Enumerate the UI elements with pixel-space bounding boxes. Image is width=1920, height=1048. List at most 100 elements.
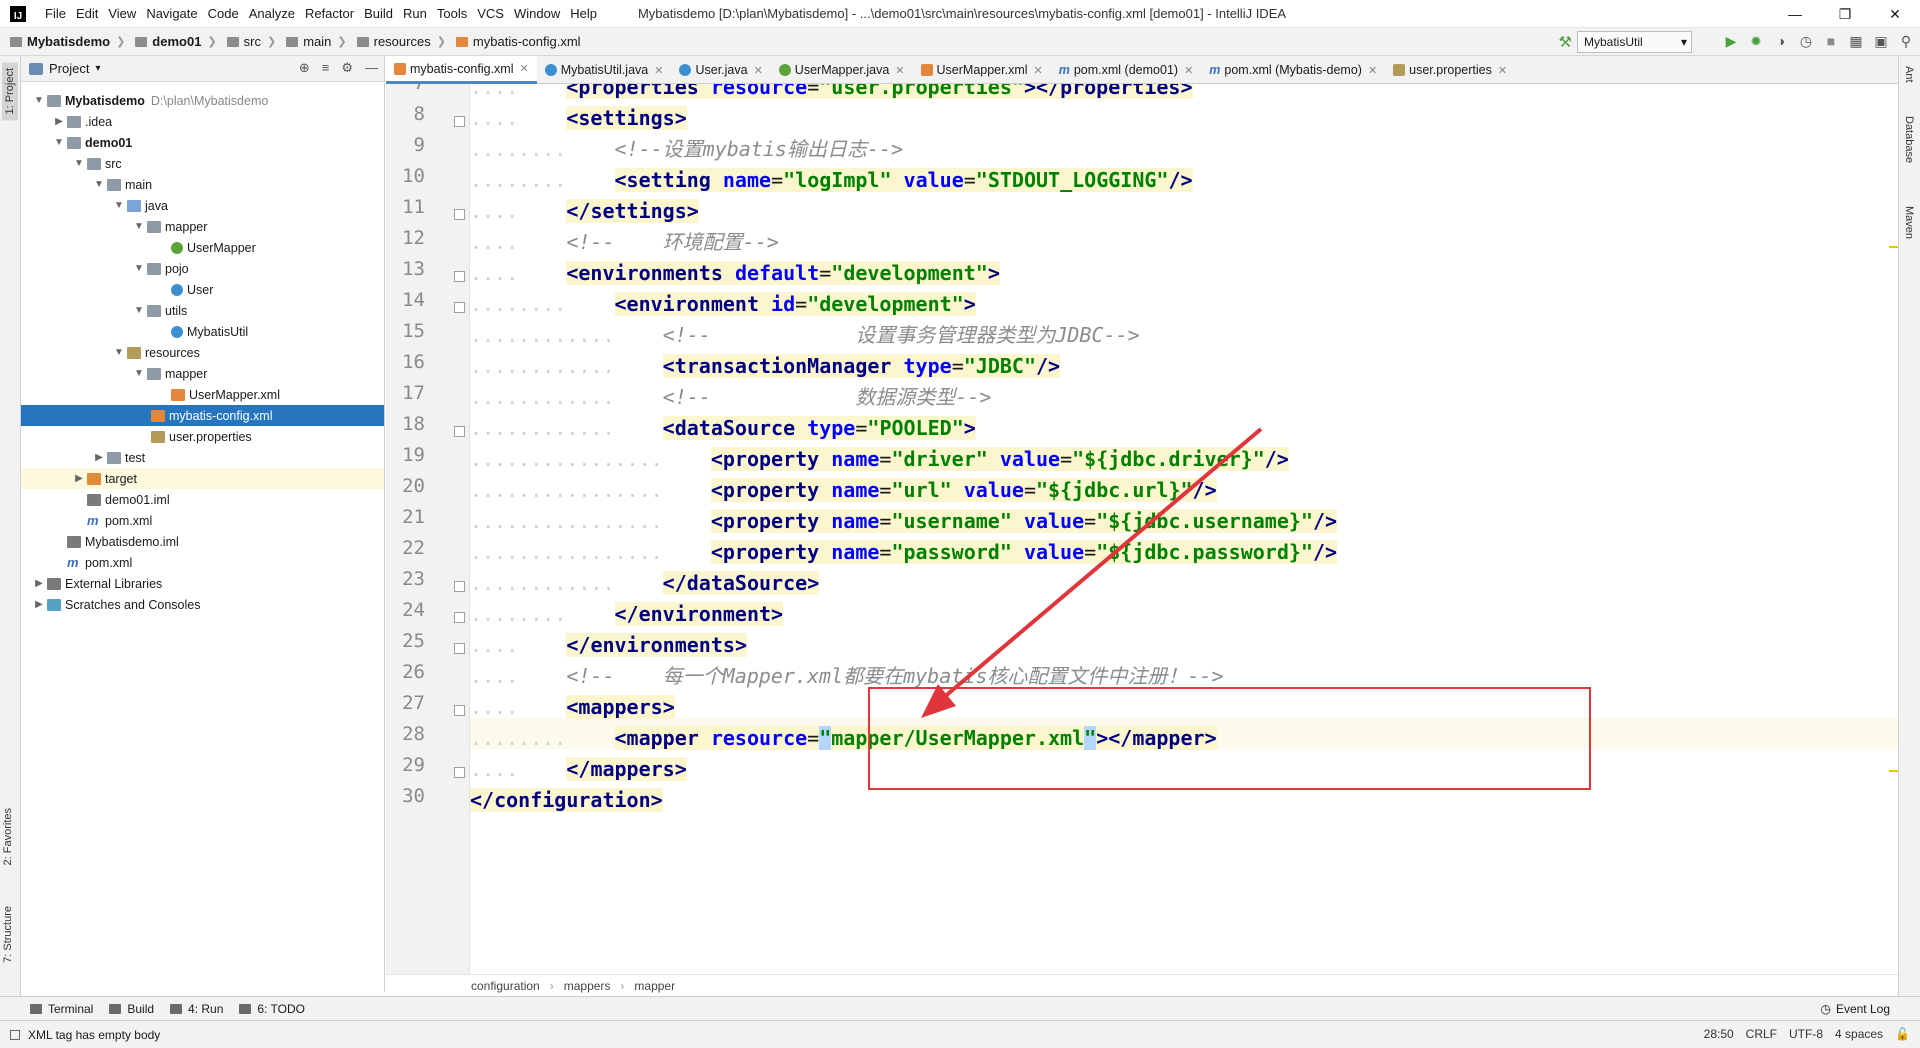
tree-node-utils[interactable]: ▼ utils (133, 300, 187, 321)
close-icon[interactable]: ✕ (520, 62, 529, 75)
crumb-file[interactable]: mybatis-config.xml (446, 34, 587, 49)
tree-node-mybatisutil[interactable]: MybatisUtil (169, 321, 248, 342)
tree-node-demo01-iml[interactable]: demo01.iml (85, 489, 170, 510)
tab-mybatis-config[interactable]: mybatis-config.xml ✕ (386, 56, 537, 84)
menu-view[interactable]: View (103, 6, 141, 21)
layout-icon[interactable]: ▣ (1873, 32, 1889, 50)
breadcrumb-mappers[interactable]: mappers (564, 979, 611, 993)
close-icon[interactable]: ✕ (1034, 64, 1043, 77)
tab-user[interactable]: User.java ✕ (671, 56, 770, 84)
minimize-icon[interactable]: — (1770, 0, 1820, 28)
tree-node-usermapper[interactable]: UserMapper (169, 237, 256, 258)
tool-tab-project[interactable]: 1: Project (2, 62, 18, 121)
tree-node-src[interactable]: ▼ src (73, 153, 122, 174)
line-separator[interactable]: CRLF (1746, 1027, 1777, 1041)
tree-node-mapper-folder[interactable]: ▼ mapper (133, 363, 207, 384)
close-icon[interactable]: ✕ (754, 64, 763, 77)
tool-tab-database[interactable]: Database (1903, 116, 1915, 163)
tree-node-pojo[interactable]: ▼ pojo (133, 258, 189, 279)
menu-vcs[interactable]: VCS (472, 6, 509, 21)
close-icon[interactable]: ✕ (1870, 0, 1920, 28)
run-configuration-select[interactable]: MybatisUtil ▾ (1577, 31, 1692, 53)
run-button[interactable]: 4: Run (170, 1002, 223, 1016)
debug-icon[interactable]: ✹ (1748, 32, 1764, 50)
tree-node-usermapper-xml[interactable]: UserMapper.xml (169, 384, 280, 405)
event-log-button[interactable]: ◷ Event Log (1820, 1002, 1890, 1016)
tool-tab-favorites[interactable]: 2: Favorites (2, 808, 14, 865)
collapse-icon[interactable]: ≡ (322, 60, 330, 76)
breadcrumb-mapper[interactable]: mapper (634, 979, 675, 993)
tree-node-mybatisdemo-iml[interactable]: Mybatisdemo.iml (65, 531, 179, 552)
caret-position[interactable]: 28:50 (1704, 1027, 1734, 1041)
close-icon[interactable]: ✕ (895, 64, 904, 77)
breadcrumb-configuration[interactable]: configuration (471, 979, 540, 993)
tab-mybatisutil[interactable]: MybatisUtil.java ✕ (537, 56, 672, 84)
tree-node-demo01[interactable]: ▼ demo01 (53, 132, 132, 153)
crumb-main[interactable]: main (276, 34, 337, 49)
build-button[interactable]: Build (109, 1002, 154, 1016)
close-icon[interactable]: ✕ (654, 64, 663, 77)
tool-tab-maven[interactable]: Maven (1903, 206, 1915, 239)
locate-icon[interactable]: ⊕ (299, 60, 310, 76)
tree-node-user-properties[interactable]: user.properties (149, 426, 252, 447)
menu-refactor[interactable]: Refactor (300, 6, 359, 21)
menu-navigate[interactable]: Navigate (141, 6, 202, 21)
hide-icon[interactable]: — (365, 60, 378, 76)
search-icon[interactable]: ⚲ (1898, 32, 1914, 50)
tree-node-root[interactable]: ▼ Mybatisdemo D:\plan\Mybatisdemo (33, 90, 268, 111)
crumb-module[interactable]: demo01 (125, 34, 207, 49)
tree-node-user[interactable]: User (169, 279, 213, 300)
todo-button[interactable]: 6: TODO (239, 1002, 305, 1016)
tab-usermapper-java[interactable]: UserMapper.java ✕ (771, 56, 913, 84)
tree-node-pom-root[interactable]: m pom.xml (65, 552, 132, 573)
tree-node-resources[interactable]: ▼ resources (113, 342, 200, 363)
restore-icon[interactable]: ❐ (1820, 0, 1870, 28)
tree-node-idea[interactable]: ▶ .idea (53, 111, 112, 132)
code-editor[interactable]: 7 8 9 10 11 12 13 14 15 16 17 18 19 20 2… (386, 84, 1898, 974)
tab-pom-mybatis-demo[interactable]: m pom.xml (Mybatis-demo) ✕ (1201, 56, 1385, 84)
tool-tab-structure[interactable]: 7: Structure (2, 906, 14, 963)
menu-tools[interactable]: Tools (432, 6, 472, 21)
tree-node-main[interactable]: ▼ main (93, 174, 152, 195)
menu-file[interactable]: File (40, 6, 71, 21)
lock-icon[interactable]: 🔓 (1895, 1027, 1910, 1041)
menu-analyze[interactable]: Analyze (244, 6, 300, 21)
crumb-resources[interactable]: resources (347, 34, 437, 49)
tree-node-mybatis-config-selected[interactable]: mybatis-config.xml (21, 405, 384, 426)
tab-pom-demo01[interactable]: m pom.xml (demo01) ✕ (1051, 56, 1202, 84)
menu-window[interactable]: Window (509, 6, 565, 21)
tree-node-scratches[interactable]: ▶ Scratches and Consoles (33, 594, 200, 615)
menu-edit[interactable]: Edit (71, 6, 103, 21)
coverage-icon[interactable]: ◑ (1773, 32, 1789, 50)
tree-node-java[interactable]: ▼ java (113, 195, 168, 216)
crumb-label: demo01 (152, 34, 202, 49)
close-icon[interactable]: ✕ (1368, 64, 1377, 77)
chevron-down-icon[interactable]: ▾ (95, 63, 100, 74)
profile-icon[interactable]: ◷ (1798, 32, 1814, 50)
crumb-project[interactable]: Mybatisdemo (0, 34, 116, 49)
tree-node-target[interactable]: ▶ target (21, 468, 384, 489)
hammer-icon[interactable]: ⚒ (1559, 33, 1572, 51)
tool-tab-ant[interactable]: Ant (1903, 66, 1915, 83)
menu-code[interactable]: Code (203, 6, 244, 21)
close-icon[interactable]: ✕ (1498, 64, 1507, 77)
terminal-button[interactable]: Terminal (30, 1002, 93, 1016)
tree-node-pom-demo01[interactable]: m pom.xml (85, 510, 152, 531)
menu-build[interactable]: Build (359, 6, 398, 21)
crumb-src[interactable]: src (217, 34, 267, 49)
run-icon[interactable]: ▶ (1723, 32, 1739, 50)
close-icon[interactable]: ✕ (1184, 64, 1193, 77)
tree-node-mapper-package[interactable]: ▼ mapper (133, 216, 207, 237)
project-structure-icon[interactable]: ▦ (1848, 32, 1864, 50)
tab-user-properties[interactable]: user.properties ✕ (1385, 56, 1515, 84)
tree-node-test[interactable]: ▶ test (93, 447, 145, 468)
menu-run[interactable]: Run (398, 6, 432, 21)
gear-icon[interactable]: ⚙ (341, 60, 353, 76)
tab-usermapper-xml[interactable]: UserMapper.xml ✕ (913, 56, 1051, 84)
menu-help[interactable]: Help (565, 6, 602, 21)
tree-node-external-libraries[interactable]: ▶ External Libraries (33, 573, 162, 594)
project-view-select[interactable]: Project (49, 61, 89, 76)
file-encoding[interactable]: UTF-8 (1789, 1027, 1823, 1041)
indent-setting[interactable]: 4 spaces (1835, 1027, 1883, 1041)
stop-icon[interactable]: ■ (1823, 32, 1839, 50)
